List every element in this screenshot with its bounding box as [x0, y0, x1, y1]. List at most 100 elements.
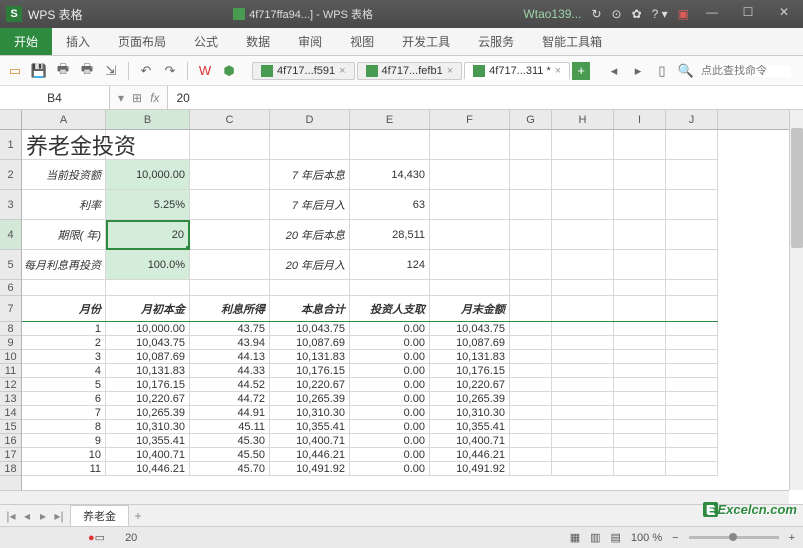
- menu-devtools[interactable]: 开发工具: [388, 28, 464, 55]
- cell-A13[interactable]: 6: [22, 392, 106, 406]
- cell-C8[interactable]: 43.75: [190, 322, 270, 336]
- column-header-J[interactable]: J: [666, 110, 718, 129]
- sheet-nav-prev-icon[interactable]: ◂: [20, 509, 34, 523]
- cell-E18[interactable]: 0.00: [350, 462, 430, 476]
- nav-right-icon[interactable]: ▸: [629, 62, 647, 80]
- column-header-I[interactable]: I: [614, 110, 666, 129]
- row-header-2[interactable]: 2: [0, 160, 21, 190]
- record-icon[interactable]: ●: [88, 532, 95, 544]
- row-header-11[interactable]: 11: [0, 364, 21, 378]
- row-header-1[interactable]: 1: [0, 130, 21, 160]
- row-header-18[interactable]: 18: [0, 462, 21, 476]
- cell-D10[interactable]: 10,131.83: [270, 350, 350, 364]
- cell-E9[interactable]: 0.00: [350, 336, 430, 350]
- cell-C11[interactable]: 44.33: [190, 364, 270, 378]
- cell-B16[interactable]: 10,355.41: [106, 434, 190, 448]
- menu-review[interactable]: 审阅: [284, 28, 336, 55]
- scroll-thumb[interactable]: [791, 128, 803, 248]
- cell-A3[interactable]: 利率: [22, 190, 106, 220]
- cell-E4[interactable]: 28,511: [350, 220, 430, 250]
- zoom-in-button[interactable]: +: [789, 532, 795, 544]
- row-header-5[interactable]: 5: [0, 250, 21, 280]
- cell-C15[interactable]: 45.11: [190, 420, 270, 434]
- cell-F18[interactable]: 10,491.92: [430, 462, 510, 476]
- view-break-icon[interactable]: ▤: [611, 531, 621, 544]
- cell-E13[interactable]: 0.00: [350, 392, 430, 406]
- cell-D16[interactable]: 10,400.71: [270, 434, 350, 448]
- row-header-17[interactable]: 17: [0, 448, 21, 462]
- cell-F10[interactable]: 10,131.83: [430, 350, 510, 364]
- cell-C18[interactable]: 45.70: [190, 462, 270, 476]
- cell-D5[interactable]: 20 年后月入: [270, 250, 350, 280]
- sheet-tab[interactable]: 养老金: [70, 505, 129, 526]
- cell-E12[interactable]: 0.00: [350, 378, 430, 392]
- cell-A16[interactable]: 9: [22, 434, 106, 448]
- cell-B8[interactable]: 10,000.00: [106, 322, 190, 336]
- sync-icon[interactable]: ↻: [591, 7, 601, 21]
- cell-B18[interactable]: 10,446.21: [106, 462, 190, 476]
- cell-C7[interactable]: 利息所得: [190, 296, 270, 322]
- row-header-13[interactable]: 13: [0, 392, 21, 406]
- cell-E16[interactable]: 0.00: [350, 434, 430, 448]
- cell-D7[interactable]: 本息合计: [270, 296, 350, 322]
- cell-A2[interactable]: 当前投资额: [22, 160, 106, 190]
- user-label[interactable]: Wtao139...: [523, 7, 581, 21]
- save-icon[interactable]: 💾: [30, 62, 48, 80]
- row-header-12[interactable]: 12: [0, 378, 21, 392]
- search-icon[interactable]: 🔍: [677, 62, 695, 80]
- sheet-nav-first-icon[interactable]: |◂: [4, 509, 18, 523]
- column-header-G[interactable]: G: [510, 110, 552, 129]
- formula-bar[interactable]: 20: [167, 86, 803, 109]
- cell-D11[interactable]: 10,176.15: [270, 364, 350, 378]
- cell-F13[interactable]: 10,265.39: [430, 392, 510, 406]
- cell-D13[interactable]: 10,265.39: [270, 392, 350, 406]
- cell-F12[interactable]: 10,220.67: [430, 378, 510, 392]
- zoom-out-button[interactable]: −: [672, 532, 678, 544]
- row-header-3[interactable]: 3: [0, 190, 21, 220]
- help-icon[interactable]: ? ▾: [652, 7, 668, 21]
- zoom-slider[interactable]: [689, 536, 779, 539]
- cell-F11[interactable]: 10,176.15: [430, 364, 510, 378]
- cell-E11[interactable]: 0.00: [350, 364, 430, 378]
- cell-B11[interactable]: 10,131.83: [106, 364, 190, 378]
- cell-A7[interactable]: 月份: [22, 296, 106, 322]
- nav-left-icon[interactable]: ◂: [605, 62, 623, 80]
- cell-E7[interactable]: 投资人支取: [350, 296, 430, 322]
- cell-B2[interactable]: 10,000.00: [106, 160, 190, 190]
- menu-start[interactable]: 开始: [0, 28, 52, 55]
- column-header-F[interactable]: F: [430, 110, 510, 129]
- menu-insert[interactable]: 插入: [52, 28, 104, 55]
- column-header-H[interactable]: H: [552, 110, 614, 129]
- cell-A18[interactable]: 11: [22, 462, 106, 476]
- doc-tab-1[interactable]: 4f717...f591×: [252, 62, 355, 80]
- cell-B14[interactable]: 10,265.39: [106, 406, 190, 420]
- row-header-7[interactable]: 7: [0, 296, 21, 322]
- doc-tab-3[interactable]: 4f717...311 *×: [464, 62, 570, 80]
- cell-B4[interactable]: 20: [106, 220, 190, 250]
- cell-F9[interactable]: 10,087.69: [430, 336, 510, 350]
- cell-E5[interactable]: 124: [350, 250, 430, 280]
- column-header-D[interactable]: D: [270, 110, 350, 129]
- menu-data[interactable]: 数据: [232, 28, 284, 55]
- row-header-14[interactable]: 14: [0, 406, 21, 420]
- cloud-icon[interactable]: ⊙: [612, 7, 622, 21]
- minimize-button[interactable]: —: [699, 5, 725, 23]
- cell-E3[interactable]: 63: [350, 190, 430, 220]
- name-box-dropdown-icon[interactable]: ▾: [118, 91, 124, 105]
- cell-F16[interactable]: 10,400.71: [430, 434, 510, 448]
- row-header-9[interactable]: 9: [0, 336, 21, 350]
- cell-C14[interactable]: 44.91: [190, 406, 270, 420]
- cell-B12[interactable]: 10,176.15: [106, 378, 190, 392]
- menu-page-layout[interactable]: 页面布局: [104, 28, 180, 55]
- doc-tab-2[interactable]: 4f717...fefb1×: [357, 62, 463, 80]
- cell-A11[interactable]: 4: [22, 364, 106, 378]
- cell-C17[interactable]: 45.50: [190, 448, 270, 462]
- sheet-nav-next-icon[interactable]: ▸: [36, 509, 50, 523]
- redo-icon[interactable]: ↷: [161, 62, 179, 80]
- open-icon[interactable]: ▭: [6, 62, 24, 80]
- unknown-icon[interactable]: ▯: [653, 62, 671, 80]
- close-button[interactable]: ✕: [771, 5, 797, 23]
- cell-D14[interactable]: 10,310.30: [270, 406, 350, 420]
- close-tab-icon[interactable]: ×: [339, 65, 345, 77]
- cell-E8[interactable]: 0.00: [350, 322, 430, 336]
